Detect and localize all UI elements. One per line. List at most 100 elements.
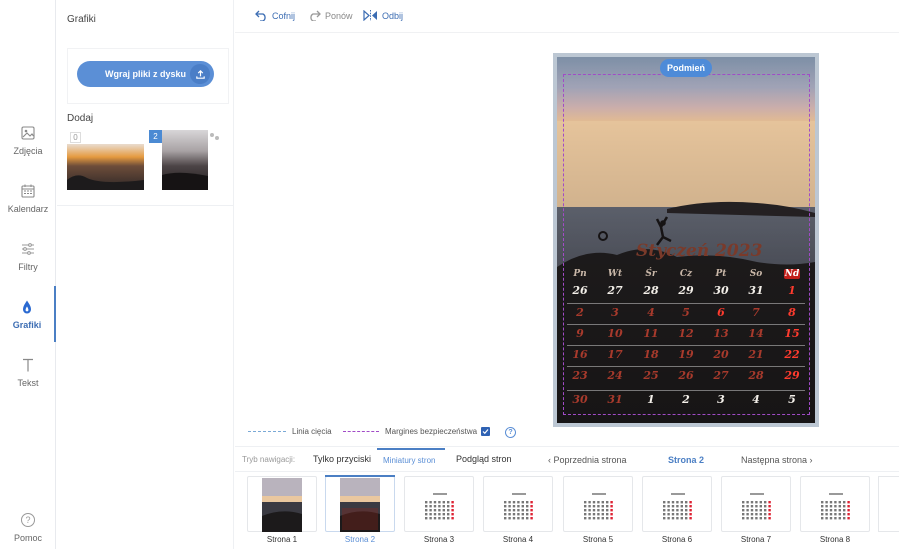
- page-thumbnail[interactable]: [483, 476, 553, 532]
- calendar-day: 2: [576, 306, 584, 319]
- page-thumbnail-label: Strona 8: [819, 535, 851, 544]
- page-thumbnail[interactable]: [642, 476, 712, 532]
- page-thumbnail[interactable]: [563, 476, 633, 532]
- calendar-day: 3: [717, 393, 725, 406]
- help-label: Pomoc: [13, 532, 42, 543]
- calendar-day: 12: [678, 327, 694, 340]
- add-label: Dodaj: [67, 113, 94, 124]
- weekday-label: Cz: [679, 269, 693, 279]
- calendar-day: 20: [713, 348, 729, 361]
- calendar-row-divider: [567, 366, 805, 367]
- undo-icon: [255, 10, 266, 21]
- page-thumbnail-label: Strona 6: [661, 535, 693, 544]
- sidebar-item-graphics[interactable]: Grafiki: [0, 286, 56, 342]
- calendar-day: 23: [572, 369, 588, 382]
- calendar-day: 27: [607, 284, 623, 297]
- upload-button[interactable]: Wgraj pliki z dysku: [77, 61, 214, 87]
- calendar-day: 31: [748, 284, 764, 297]
- more-options-icon[interactable]: [209, 132, 221, 142]
- active-page-indicator: [325, 475, 395, 477]
- calendar-day: 26: [678, 369, 694, 382]
- partial-page-thumbnail[interactable]: [878, 476, 899, 532]
- sidebar-item-label: Zdjęcia: [13, 145, 43, 156]
- previous-page-button[interactable]: ‹ Poprzednia strona: [548, 455, 627, 465]
- mini-calendar-image: [821, 493, 850, 520]
- weekday-label: Nd: [784, 269, 800, 279]
- calendar-day: 18: [643, 348, 659, 361]
- help-icon[interactable]: ?: [505, 427, 516, 438]
- weekday-label: Śr: [645, 269, 657, 279]
- sidebar-item-photos[interactable]: Zdjęcia: [0, 112, 56, 168]
- calendar-day: 24: [607, 369, 623, 382]
- drop-icon: [23, 300, 31, 313]
- page-thumbnail-image: [340, 478, 380, 532]
- sliders-icon: [22, 242, 34, 255]
- calendar-row-divider: [567, 303, 805, 304]
- sidebar-item-label: Kalendarz: [7, 203, 49, 214]
- mini-calendar-image: [584, 493, 613, 520]
- calendar-title: Styczeń 2023: [636, 241, 763, 261]
- calendar-day: 11: [643, 327, 659, 340]
- calendar-day: 2: [682, 393, 690, 406]
- undo-button[interactable]: Cofnij: [255, 10, 295, 21]
- safe-margin-legend[interactable]: Margines bezpieczeństwa: [343, 427, 491, 436]
- calendar-day: 27: [713, 369, 729, 382]
- calendar-icon: [21, 184, 35, 198]
- image-icon: [21, 125, 35, 140]
- page-thumbnail-label: Strona 2: [344, 535, 376, 544]
- sidebar-item-label: Tekst: [17, 377, 39, 388]
- weekday-label: So: [749, 269, 763, 279]
- calendar-day: 26: [572, 284, 588, 297]
- upload-button-label: Wgraj pliki z dysku: [105, 69, 187, 79]
- calendar-row-divider: [567, 324, 805, 325]
- tab-buttons-only[interactable]: Tylko przyciski: [313, 454, 371, 464]
- page-thumbnail-label: Strona 5: [582, 535, 614, 544]
- calendar-day: 1: [647, 393, 655, 406]
- page-thumbnail-label: Strona 7: [740, 535, 772, 544]
- sidebar-item-filters[interactable]: Filtry: [0, 228, 56, 284]
- calendar-day: 31: [607, 393, 623, 406]
- sidebar-item-calendar[interactable]: Kalendarz: [0, 170, 56, 226]
- sidebar-item-text[interactable]: Tekst: [0, 344, 56, 400]
- graphic-thumbnail[interactable]: 0: [67, 130, 144, 190]
- calendar-row-divider: [567, 345, 805, 346]
- next-page-button[interactable]: Następna strona ›: [741, 455, 813, 465]
- page-thumbnail[interactable]: [800, 476, 870, 532]
- redo-button[interactable]: Ponów: [308, 10, 353, 21]
- swap-button[interactable]: Podmień: [660, 59, 712, 77]
- page-thumbnail[interactable]: [721, 476, 791, 532]
- calendar-day: 21: [748, 348, 764, 361]
- calendar-day: 7: [752, 306, 760, 319]
- weekday-label: Wt: [607, 269, 623, 279]
- undo-label: Cofnij: [272, 10, 296, 21]
- flip-icon: [363, 10, 377, 21]
- panel-title: Grafiki: [67, 14, 96, 25]
- nav-mode-label: Tryb nawigacji:: [242, 455, 296, 464]
- safe-margin-checkbox[interactable]: [481, 427, 491, 436]
- flip-label: Odbij: [382, 10, 404, 21]
- redo-icon: [310, 10, 321, 21]
- calendar-day: 5: [788, 393, 796, 406]
- upload-icon: [190, 64, 210, 84]
- page-thumbnail-image: [262, 478, 302, 532]
- help-button[interactable]: ? Pomoc: [0, 505, 56, 549]
- calendar-day: 10: [607, 327, 623, 340]
- panel-divider: [57, 205, 234, 206]
- page-thumbnail[interactable]: [247, 476, 317, 532]
- tab-page-preview[interactable]: Podgląd stron: [456, 454, 512, 464]
- sidebar: Zdjęcia Kalendarz Filtry Grafiki Tekst ?…: [0, 0, 56, 549]
- page-thumbnail-label: Strona 3: [423, 535, 455, 544]
- calendar-day: 25: [643, 369, 659, 382]
- calendar-day: 8: [788, 306, 796, 319]
- check-icon: [482, 429, 489, 435]
- mini-calendar-image: [742, 493, 771, 520]
- page-thumbnail[interactable]: [325, 475, 395, 532]
- flip-button[interactable]: Odbij: [363, 10, 403, 21]
- tab-page-thumbnails[interactable]: Miniatury stron: [383, 456, 435, 465]
- current-page-label: Strona 2: [668, 455, 705, 465]
- mini-calendar-image: [425, 493, 454, 520]
- page-thumbnail[interactable]: [404, 476, 474, 532]
- calendar-day: 5: [682, 306, 690, 319]
- calendar-day: 16: [572, 348, 588, 361]
- thumbnail-badge: 2: [149, 130, 162, 143]
